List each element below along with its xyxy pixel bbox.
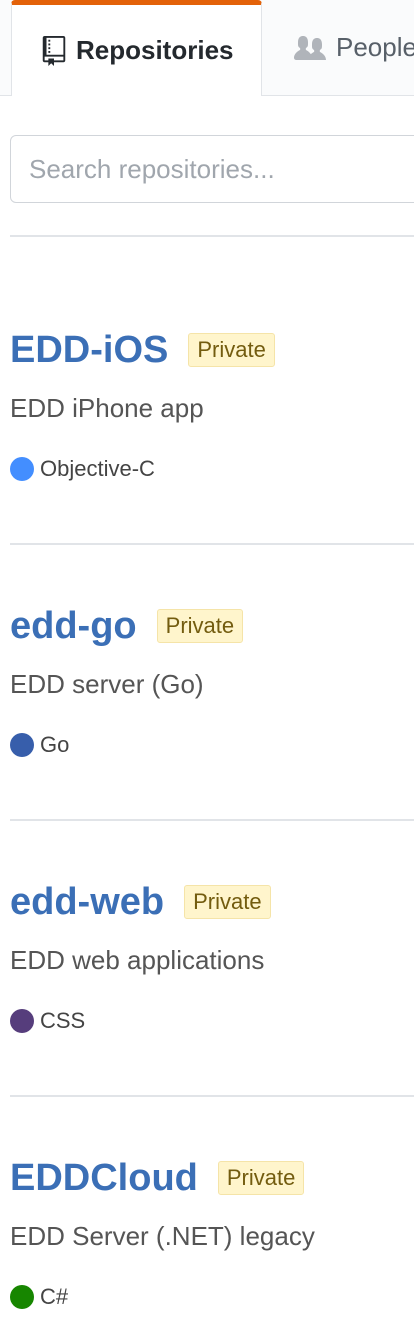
repo-name-link[interactable]: EDDCloud bbox=[10, 1157, 198, 1200]
people-icon bbox=[294, 34, 326, 60]
repo-description: EDD server (Go) bbox=[10, 669, 204, 699]
repo-language: Objective-C bbox=[10, 456, 414, 482]
divider bbox=[10, 235, 414, 237]
tab-repositories[interactable]: Repositories bbox=[11, 0, 262, 96]
private-badge: Private bbox=[217, 1161, 305, 1195]
repo-language: Go bbox=[10, 732, 414, 758]
private-badge: Private bbox=[188, 333, 275, 367]
repo-name-link[interactable]: edd-web bbox=[10, 881, 164, 924]
repo-icon bbox=[42, 35, 66, 66]
divider bbox=[10, 1095, 414, 1097]
repo-name-link[interactable]: edd-go bbox=[10, 605, 137, 648]
tab-people[interactable]: People bbox=[294, 0, 414, 94]
repo-description: EDD web applications bbox=[10, 945, 265, 975]
tab-repositories-label: Repositories bbox=[76, 35, 234, 65]
language-label: Objective-C bbox=[40, 456, 155, 481]
divider bbox=[10, 543, 414, 545]
private-badge: Private bbox=[156, 609, 244, 643]
repo-item: edd-go Private EDD server (Go) Go bbox=[10, 601, 414, 758]
repo-item: EDDCloud Private EDD Server (.NET) legac… bbox=[10, 1153, 414, 1310]
repo-description: EDD iPhone app bbox=[10, 393, 204, 423]
repo-name-link[interactable]: EDD-iOS bbox=[10, 329, 168, 372]
repo-item: edd-web Private EDD web applications CSS bbox=[10, 877, 414, 1034]
language-label: C# bbox=[40, 1284, 69, 1309]
repo-language: C# bbox=[10, 1284, 414, 1310]
repo-description: EDD Server (.NET) legacy bbox=[10, 1221, 315, 1251]
language-label: Go bbox=[40, 732, 70, 757]
repo-language: CSS bbox=[10, 1008, 414, 1034]
repo-item: EDD-iOS Private EDD iPhone app Objective… bbox=[10, 325, 414, 482]
divider bbox=[10, 819, 414, 821]
language-color-dot bbox=[10, 1285, 34, 1309]
search-input[interactable] bbox=[11, 136, 414, 202]
language-color-dot bbox=[10, 457, 34, 481]
search-box bbox=[10, 135, 414, 203]
private-badge: Private bbox=[184, 885, 271, 919]
language-label: CSS bbox=[40, 1008, 86, 1033]
language-color-dot bbox=[10, 733, 34, 757]
tab-people-label: People bbox=[336, 31, 414, 62]
language-color-dot bbox=[10, 1009, 34, 1033]
tab-bar: Repositories People bbox=[0, 0, 414, 96]
